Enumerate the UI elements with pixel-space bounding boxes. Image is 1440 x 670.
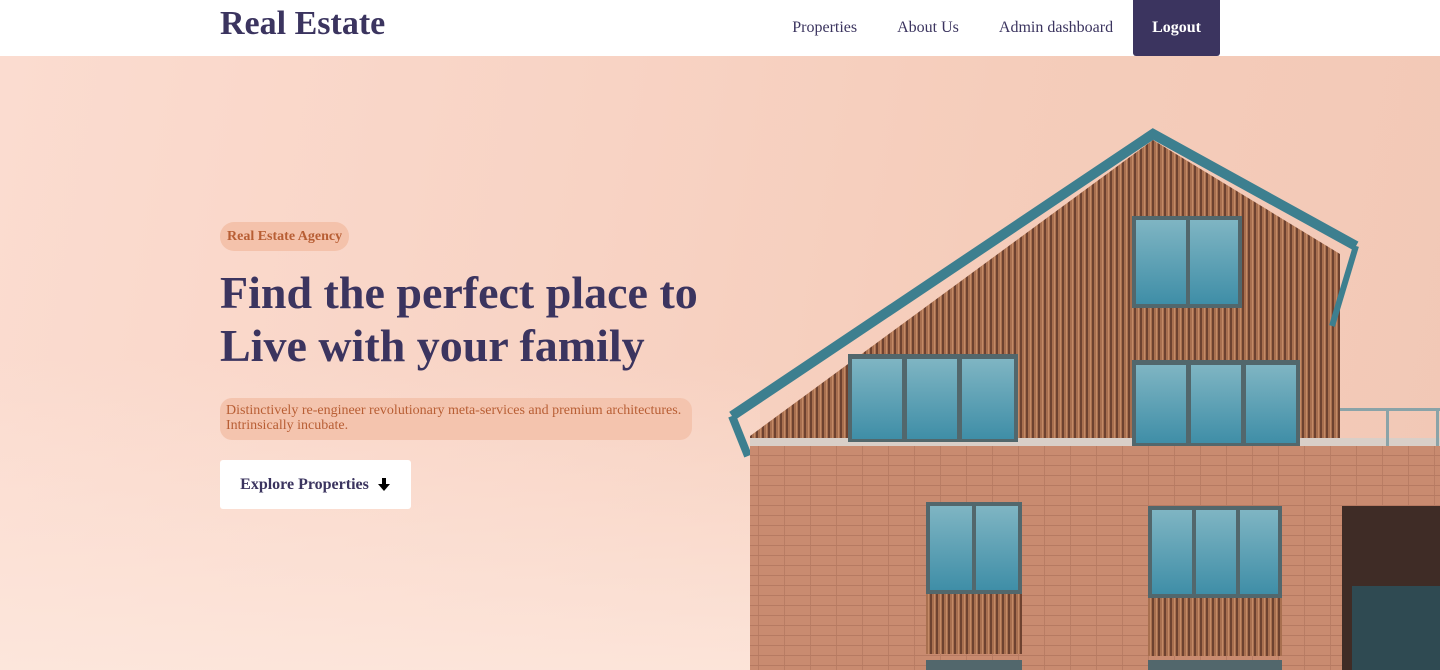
- nav-link-properties[interactable]: Properties: [772, 0, 877, 56]
- nav-link-about-us[interactable]: About Us: [877, 0, 979, 56]
- description-line-2: Intrinsically incubate.: [226, 418, 349, 433]
- hero-description: Distinctively re-engineer revolutionary …: [220, 398, 692, 440]
- arrow-down-icon: [377, 477, 391, 493]
- explore-properties-label: Explore Properties: [240, 475, 369, 493]
- nav-link-admin-dashboard[interactable]: Admin dashboard: [979, 0, 1133, 56]
- brand-logo[interactable]: Real Estate: [220, 5, 385, 43]
- house-image: [728, 128, 1440, 670]
- headline-line-1: Find the perfect place to: [220, 267, 698, 318]
- nav-links: Properties About Us Admin dashboard Logo…: [772, 0, 1220, 56]
- hero-headline: Find the perfect place to Live with your…: [220, 266, 740, 372]
- navbar: Real Estate Properties About Us Admin da…: [0, 0, 1440, 56]
- description-line-1: Distinctively re-engineer revolutionary …: [226, 403, 682, 418]
- headline-line-2: Live with your family: [220, 320, 645, 371]
- agency-tag: Real Estate Agency: [220, 222, 350, 251]
- hero-section: Real Estate Agency Find the perfect plac…: [0, 56, 1440, 670]
- logout-button[interactable]: Logout: [1133, 0, 1220, 56]
- explore-properties-button[interactable]: Explore Properties: [220, 460, 411, 509]
